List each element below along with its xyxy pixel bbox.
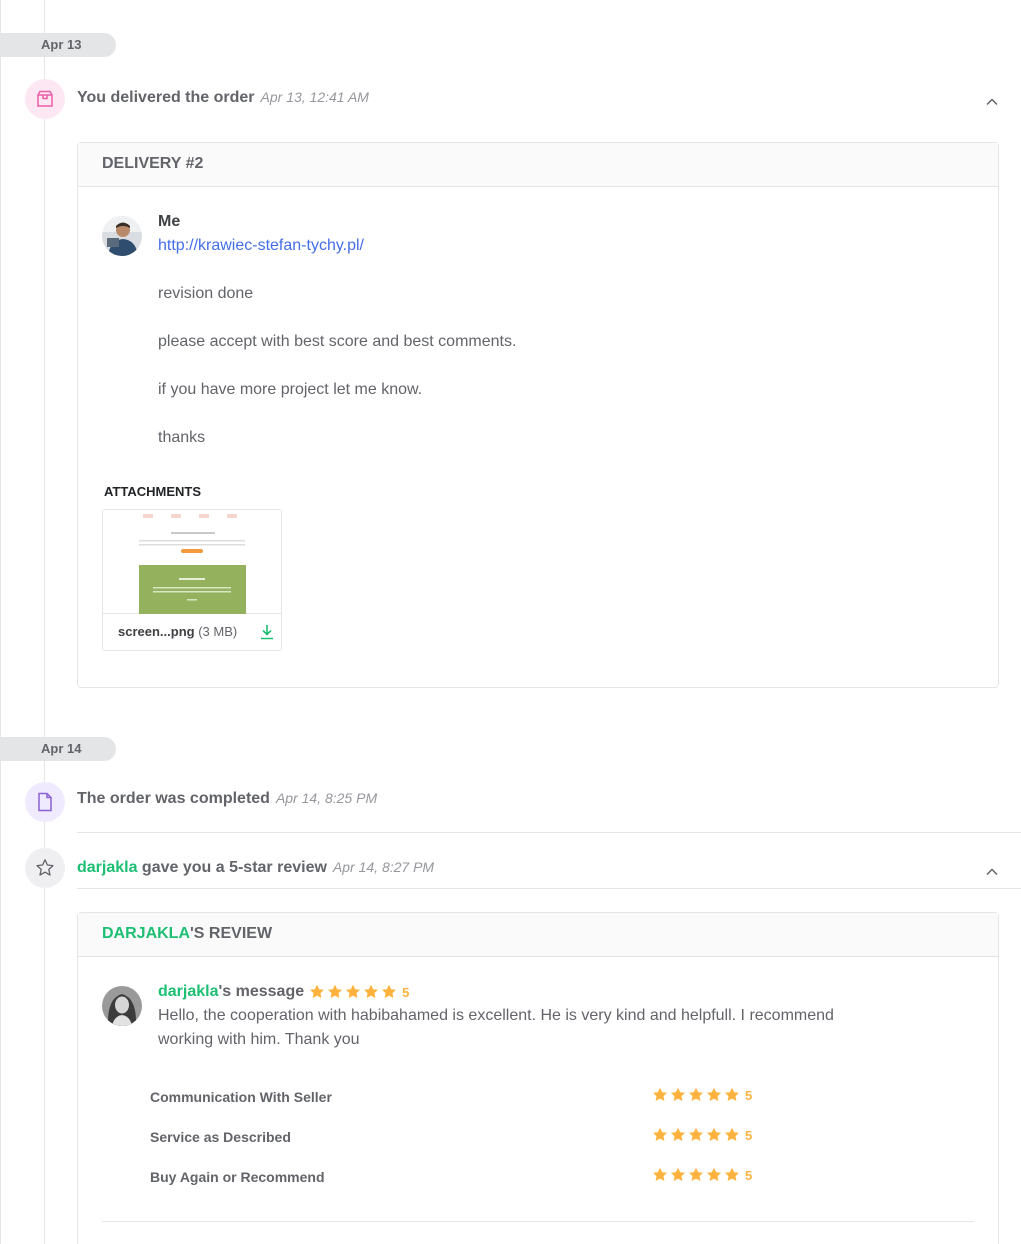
event-delivered-title: You delivered the order (77, 89, 255, 106)
star-icon (328, 984, 343, 998)
rating-stars: 5 (652, 1087, 752, 1103)
overall-rating-value: 5 (402, 984, 410, 1000)
event-completed-time: Apr 14, 8:25 PM (275, 790, 378, 806)
download-icon[interactable] (260, 624, 274, 640)
attachment-size: (3 MB) (198, 624, 238, 639)
avatar-darjakla (102, 986, 142, 1026)
delivery-line-4: thanks (158, 429, 206, 446)
review-header-suffix: 'S REVIEW (190, 925, 273, 942)
star-icon (653, 1167, 667, 1181)
star-icon (707, 1087, 721, 1101)
review-message-heading: darjakla's message 5 (158, 983, 409, 1001)
star-icon (707, 1127, 721, 1141)
rating-row-communication: Communication With Seller 5 (150, 1087, 770, 1107)
delivery-card: DELIVERY #2 Me http://krawiec-stefan-tyc… (77, 142, 999, 688)
delivery-line-3: if you have more project let me know. (158, 381, 423, 398)
delivery-link[interactable]: http://krawiec-stefan-tychy.pl/ (158, 237, 364, 255)
star-icon (689, 1167, 703, 1181)
star-icon (346, 984, 361, 998)
attachment-info: screen...png (3 MB) (118, 624, 237, 639)
event-completed-title: The order was completed (77, 790, 270, 807)
chevron-up-icon[interactable] (985, 95, 999, 109)
timeline-line (44, 0, 45, 1244)
rating-stars: 5 (652, 1167, 752, 1183)
star-icon (689, 1127, 703, 1141)
rating-label: Service as Described (150, 1129, 291, 1145)
review-text-line-1: Hello, the cooperation with habibahamed … (158, 1007, 834, 1024)
delivery-line-2: please accept with best score and best c… (158, 333, 517, 350)
attachment-card[interactable]: screen...png (3 MB) (102, 509, 282, 651)
event-review-time: Apr 14, 8:27 PM (332, 859, 435, 875)
date-pill-apr14: Apr 14 (0, 737, 116, 761)
event-review-user[interactable]: darjakla (77, 859, 137, 876)
left-border (0, 0, 1, 1244)
delivery-line-1: revision done (158, 285, 254, 302)
star-icon (382, 984, 397, 998)
package-icon (25, 79, 65, 119)
star-icon (653, 1087, 667, 1101)
avatar-me (102, 216, 142, 256)
review-card: DARJAKLA'S REVIEW darjakla's message 5 H… (77, 912, 999, 1244)
star-icon (364, 984, 379, 998)
rating-row-service: Service as Described 5 (150, 1127, 770, 1147)
rating-stars: 5 (652, 1127, 752, 1143)
star-icon (310, 984, 325, 998)
rating-label: Buy Again or Recommend (150, 1169, 325, 1185)
review-message-suffix: 's message (218, 983, 305, 1000)
attachment-name[interactable]: screen...png (118, 624, 195, 639)
event-delivered-time: Apr 13, 12:41 AM (260, 89, 369, 105)
rating-value: 5 (745, 1087, 753, 1103)
divider (77, 832, 1021, 833)
event-review-title: gave you a 5-star review (137, 859, 327, 876)
rating-row-buy-again: Buy Again or Recommend 5 (150, 1167, 770, 1187)
star-icon (725, 1127, 739, 1141)
star-icon (689, 1087, 703, 1101)
star-icon (671, 1127, 685, 1141)
event-completed: The order was completed Apr 14, 8:25 PM (77, 790, 377, 808)
star-icon (671, 1087, 685, 1101)
star-outline-icon (25, 848, 65, 888)
document-icon (25, 782, 65, 822)
chevron-up-icon[interactable] (985, 865, 999, 879)
rating-value: 5 (745, 1127, 753, 1143)
star-icon (653, 1127, 667, 1141)
rating-label: Communication With Seller (150, 1089, 332, 1105)
review-header: DARJAKLA'S REVIEW (78, 913, 998, 957)
review-text-line-2: working with him. Thank you (158, 1031, 360, 1048)
divider (77, 888, 1021, 889)
star-icon (725, 1167, 739, 1181)
review-message-user[interactable]: darjakla (158, 983, 218, 1001)
rating-value: 5 (745, 1167, 753, 1183)
star-icon (707, 1167, 721, 1181)
sender-name: Me (158, 213, 181, 230)
star-icon (725, 1087, 739, 1101)
date-pill-apr13: Apr 13 (0, 33, 116, 57)
attachments-label: ATTACHMENTS (104, 484, 202, 499)
attachment-thumbnail[interactable] (103, 510, 281, 614)
event-review: darjakla gave you a 5-star review Apr 14,… (77, 859, 434, 877)
review-header-user: DARJAKLA (102, 925, 190, 942)
divider (102, 1221, 974, 1222)
overall-stars: 5 (309, 984, 409, 1000)
star-icon (671, 1167, 685, 1181)
delivery-header: DELIVERY #2 (78, 143, 998, 187)
event-delivered: You delivered the order Apr 13, 12:41 AM (77, 89, 369, 107)
